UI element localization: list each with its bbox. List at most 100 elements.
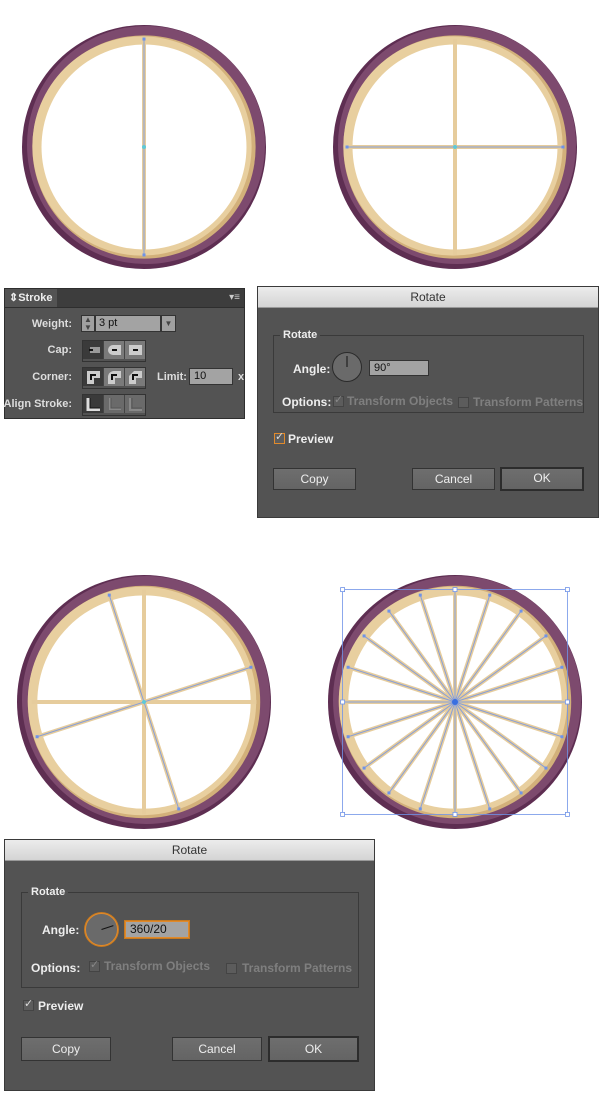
- anchor-point: [107, 593, 111, 597]
- wheel-step-2: [327, 24, 583, 270]
- center-point: [142, 145, 146, 149]
- angle-dial-needle-icon: [346, 356, 348, 367]
- options-label: Options:: [31, 961, 81, 975]
- align-outside-button[interactable]: [125, 395, 145, 413]
- angle-input[interactable]: 90°: [369, 360, 429, 376]
- anchor-point: [387, 791, 391, 795]
- angle-dial-needle-icon: [101, 925, 114, 930]
- panel-menu-icon[interactable]: ▾≡: [229, 292, 240, 304]
- center-point: [142, 700, 146, 704]
- round-join-icon: [108, 371, 121, 384]
- wheel-step-1: [16, 24, 272, 270]
- butt-cap-icon: [89, 347, 100, 353]
- round-cap-icon: [108, 345, 121, 355]
- transform-patterns-label: Transform Patterns: [473, 395, 584, 409]
- anchor-point: [418, 593, 422, 597]
- updown-arrows-icon: ⇕: [9, 292, 19, 304]
- anchor-point: [346, 735, 350, 739]
- bounding-box-handle: [564, 587, 570, 593]
- preview-checkbox[interactable]: [274, 430, 285, 444]
- bounding-box-handle: [452, 587, 458, 593]
- anchor-point: [249, 665, 253, 669]
- align-stroke-row: Align Stroke:: [3, 394, 244, 416]
- anchor-point: [519, 609, 523, 613]
- cancel-button[interactable]: Cancel: [412, 468, 495, 490]
- anchor-point: [544, 766, 548, 770]
- corner-row: Corner: Limit: 10 x: [5, 367, 245, 389]
- anchor-point: [544, 634, 548, 638]
- anchor-point: [142, 37, 146, 41]
- align-center-icon: [86, 398, 100, 411]
- miter-join-button[interactable]: [83, 368, 104, 386]
- transform-objects-checkbox[interactable]: [333, 393, 344, 407]
- transform-patterns-checkbox[interactable]: [458, 397, 469, 408]
- panel-header: ⇕Stroke ▾≡: [5, 289, 244, 308]
- stroke-tab[interactable]: ⇕Stroke: [5, 289, 57, 307]
- transform-objects-checkbox[interactable]: [89, 958, 100, 972]
- butt-cap-button[interactable]: [83, 341, 104, 359]
- preview-label: Preview: [38, 999, 84, 1013]
- dialog-title: Rotate: [5, 840, 374, 861]
- angle-input[interactable]: 360/20: [125, 921, 189, 938]
- anchor-point: [488, 807, 492, 811]
- align-center-button[interactable]: [83, 395, 104, 413]
- anchor-point: [519, 791, 523, 795]
- weight-label: Weight:: [31, 318, 72, 330]
- anchor-point: [345, 145, 349, 149]
- transform-patterns-checkbox[interactable]: [226, 963, 237, 974]
- align-outside-icon: [129, 398, 142, 411]
- bounding-box-handle: [340, 587, 346, 593]
- cap-row: Cap:: [5, 340, 244, 362]
- corner-label: Corner:: [32, 371, 72, 383]
- rotate-dialog-90: Rotate Rotate Angle: 90° Options: Transf…: [257, 286, 599, 518]
- weight-dropdown-button[interactable]: ▼: [161, 315, 176, 332]
- transform-patterns-label: Transform Patterns: [242, 961, 353, 975]
- bounding-box-handle: [340, 811, 346, 817]
- weight-row: Weight: ▲ ▼ 3 pt ▼: [5, 314, 244, 334]
- cancel-button[interactable]: Cancel: [172, 1037, 262, 1061]
- rotate-group-label: Rotate: [28, 884, 69, 900]
- projecting-cap-button[interactable]: [125, 341, 145, 359]
- align-stroke-label: Align Stroke:: [3, 398, 72, 410]
- bevel-join-button[interactable]: [125, 368, 145, 386]
- preview-checkbox[interactable]: [23, 997, 34, 1011]
- copy-button[interactable]: Copy: [273, 468, 356, 490]
- anchor-point: [177, 807, 181, 811]
- cap-label: Cap:: [47, 344, 72, 356]
- projecting-cap-icon: [129, 345, 142, 355]
- wheel-step-4: [327, 574, 583, 830]
- limit-input[interactable]: 10: [189, 368, 233, 385]
- anchor-point: [560, 735, 564, 739]
- anchor-point: [35, 735, 39, 739]
- angle-dial[interactable]: [332, 352, 362, 382]
- copy-button[interactable]: Copy: [21, 1037, 111, 1061]
- stroke-panel: ⇕Stroke ▾≡ Weight: ▲ ▼ 3 pt ▼ Cap: Corner…: [4, 288, 245, 419]
- limit-label: Limit:: [157, 371, 187, 383]
- rotate-group: Rotate Angle: 360/20 Options: Transform …: [21, 884, 359, 988]
- limit-unit: x: [238, 371, 245, 383]
- weight-input[interactable]: 3 pt: [95, 315, 161, 332]
- bounding-box-handle: [340, 699, 346, 705]
- wheel-step-3: [16, 574, 272, 830]
- dialog-title: Rotate: [258, 287, 598, 308]
- rotate-group-label: Rotate: [280, 327, 321, 343]
- anchor-point: [362, 766, 366, 770]
- angle-dial[interactable]: [85, 913, 118, 946]
- transform-objects-label: Transform Objects: [347, 394, 454, 408]
- anchor-point: [560, 665, 564, 669]
- ok-button[interactable]: OK: [268, 1036, 359, 1062]
- ok-button[interactable]: OK: [500, 467, 584, 491]
- bounding-box-handle: [564, 811, 570, 817]
- bounding-box-handle: [452, 811, 458, 817]
- weight-stepper[interactable]: ▲ ▼: [81, 315, 95, 332]
- wheel-canvas: [17, 575, 271, 829]
- round-join-button[interactable]: [104, 368, 125, 386]
- rotate-group: Rotate Angle: 90° Options: Transform Obj…: [273, 327, 584, 413]
- round-cap-button[interactable]: [104, 341, 125, 359]
- corner-button-group: [82, 367, 146, 389]
- anchor-point: [142, 253, 146, 257]
- center-point: [453, 145, 457, 149]
- align-inside-button[interactable]: [104, 395, 125, 413]
- anchor-point: [418, 807, 422, 811]
- preview-label: Preview: [288, 432, 334, 446]
